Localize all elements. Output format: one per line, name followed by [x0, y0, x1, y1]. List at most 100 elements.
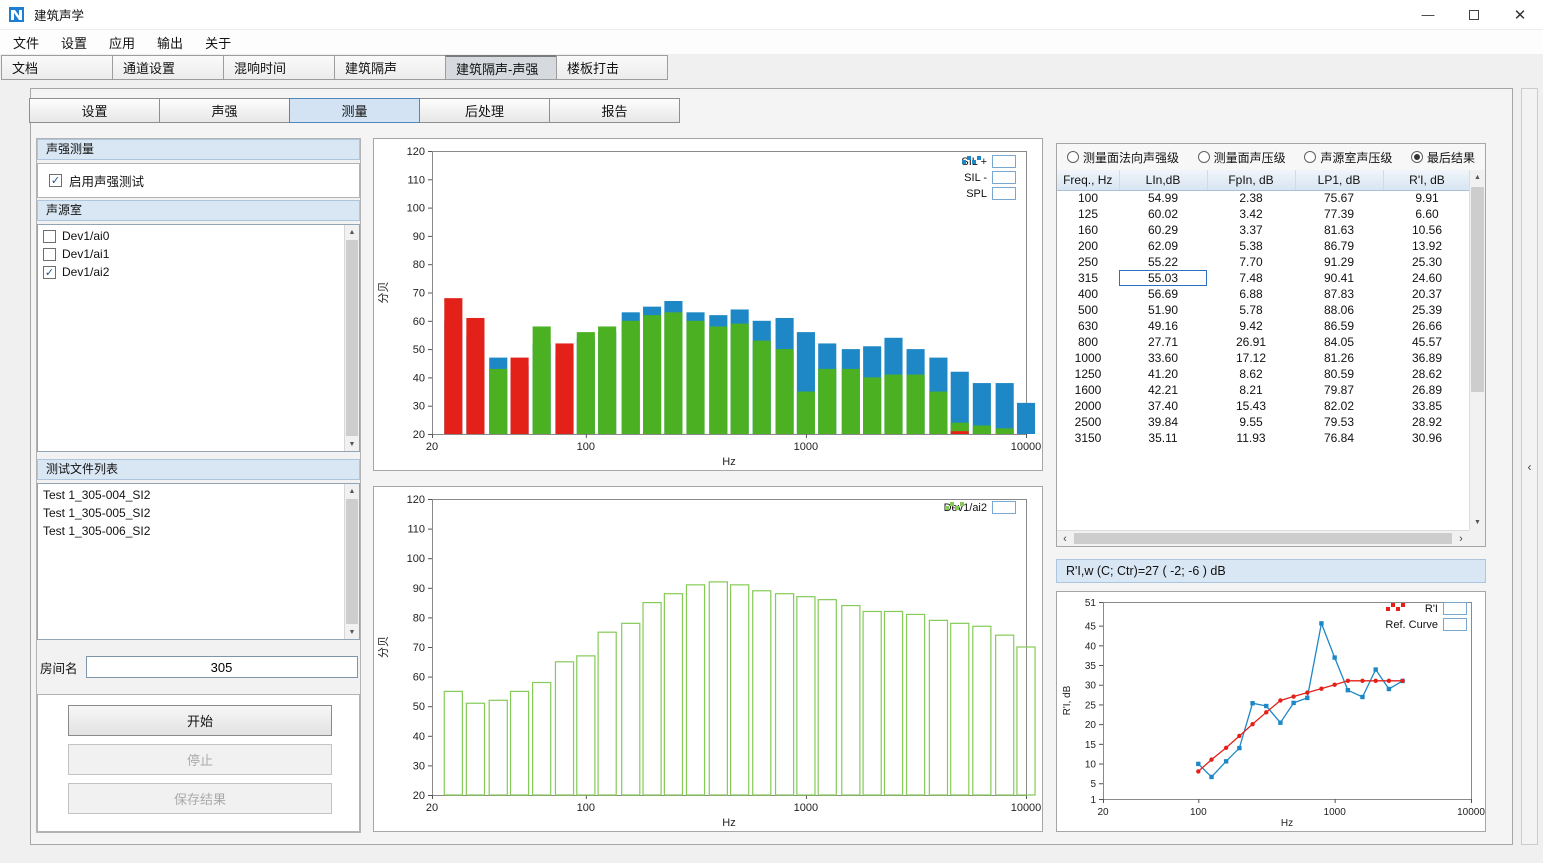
table-cell[interactable]: 9.55 — [1207, 414, 1295, 430]
table-cell[interactable]: 28.92 — [1383, 414, 1469, 430]
channel-list-item[interactable]: Dev1/ai0 — [38, 227, 359, 245]
table-cell[interactable]: 11.93 — [1207, 430, 1295, 446]
scrollbar-track[interactable] — [345, 239, 359, 437]
table-row[interactable]: 63049.169.4286.5926.66 — [1057, 318, 1469, 334]
result-view-radio[interactable]: 测量面声压级 — [1198, 149, 1286, 166]
table-cell[interactable]: 200 — [1057, 238, 1119, 254]
table-cell[interactable]: 79.53 — [1295, 414, 1383, 430]
table-cell[interactable]: 630 — [1057, 318, 1119, 334]
table-cell[interactable]: 1600 — [1057, 382, 1119, 398]
test-file-item[interactable]: Test 1_305-004_SI2 — [38, 486, 359, 504]
table-row[interactable]: 25055.227.7091.2925.30 — [1057, 254, 1469, 270]
table-cell[interactable]: 37.40 — [1119, 398, 1207, 414]
table-cell[interactable]: 8.62 — [1207, 366, 1295, 382]
table-cell[interactable]: 62.09 — [1119, 238, 1207, 254]
table-row[interactable]: 10054.992.3875.679.91 — [1057, 190, 1469, 206]
scroll-right-icon[interactable]: › — [1453, 531, 1469, 546]
scrollbar-thumb[interactable] — [346, 240, 358, 436]
enable-si-checkbox-icon[interactable]: ✓ — [49, 174, 62, 187]
table-cell[interactable]: 77.39 — [1295, 206, 1383, 222]
table-header-cell[interactable]: R'I, dB — [1383, 170, 1469, 190]
scroll-up-icon[interactable]: ▲ — [1470, 170, 1485, 185]
table-cell[interactable]: 39.84 — [1119, 414, 1207, 430]
mode-tab[interactable]: 报告 — [549, 98, 680, 123]
table-cell[interactable]: 36.89 — [1383, 350, 1469, 366]
room-name-input[interactable] — [86, 656, 358, 678]
collapse-panel-handle[interactable]: ‹ — [1521, 88, 1538, 845]
table-cell[interactable]: 86.79 — [1295, 238, 1383, 254]
scrollbar-thumb[interactable] — [1471, 187, 1484, 392]
table-row[interactable]: 12560.023.4277.396.60 — [1057, 206, 1469, 222]
table-cell[interactable]: 60.29 — [1119, 222, 1207, 238]
table-cell[interactable]: 10.56 — [1383, 222, 1469, 238]
enable-si-row[interactable]: ✓ 启用声强测试 — [37, 163, 360, 198]
table-cell[interactable]: 35.11 — [1119, 430, 1207, 446]
channel-list[interactable]: Dev1/ai0Dev1/ai1✓Dev1/ai2▲▼ — [37, 224, 360, 452]
channel-checkbox-icon[interactable] — [43, 248, 56, 261]
table-row[interactable]: 125041.208.6280.5928.62 — [1057, 366, 1469, 382]
test-file-list[interactable]: Test 1_305-004_SI2Test 1_305-005_SI2Test… — [37, 483, 360, 640]
table-row[interactable]: 80027.7126.9184.0545.57 — [1057, 334, 1469, 350]
menu-item[interactable]: 文件 — [2, 30, 50, 54]
document-tab[interactable]: 通道设置 — [112, 55, 224, 80]
table-cell[interactable]: 82.02 — [1295, 398, 1383, 414]
table-cell[interactable]: 125 — [1057, 206, 1119, 222]
table-horizontal-scrollbar[interactable]: ‹ › — [1057, 530, 1469, 546]
table-row[interactable]: 40056.696.8887.8320.37 — [1057, 286, 1469, 302]
scroll-up-icon[interactable]: ▲ — [345, 484, 359, 498]
table-cell[interactable]: 25.39 — [1383, 302, 1469, 318]
channel-checkbox-icon[interactable]: ✓ — [43, 266, 56, 279]
table-row[interactable]: 100033.6017.1281.2636.89 — [1057, 350, 1469, 366]
menu-item[interactable]: 输出 — [146, 30, 194, 54]
menu-item[interactable]: 关于 — [194, 30, 242, 54]
table-cell[interactable]: 42.21 — [1119, 382, 1207, 398]
table-cell[interactable]: 56.69 — [1119, 286, 1207, 302]
table-row[interactable]: 200037.4015.4382.0233.85 — [1057, 398, 1469, 414]
table-header-cell[interactable]: LP1, dB — [1295, 170, 1383, 190]
table-cell[interactable]: 3.37 — [1207, 222, 1295, 238]
table-cell[interactable]: 86.59 — [1295, 318, 1383, 334]
list-scrollbar[interactable]: ▲▼ — [344, 484, 359, 639]
scrollbar-track[interactable] — [1470, 185, 1485, 515]
test-file-item[interactable]: Test 1_305-006_SI2 — [38, 522, 359, 540]
table-cell[interactable]: 100 — [1057, 190, 1119, 206]
table-cell[interactable]: 33.85 — [1383, 398, 1469, 414]
scroll-down-icon[interactable]: ▼ — [345, 437, 359, 451]
document-tab[interactable]: 建筑隔声 — [334, 55, 446, 80]
table-cell[interactable]: 17.12 — [1207, 350, 1295, 366]
menu-item[interactable]: 应用 — [98, 30, 146, 54]
table-header-cell[interactable]: LIn,dB — [1119, 170, 1207, 190]
start-button[interactable]: 开始 — [68, 705, 332, 736]
table-cell[interactable]: 7.70 — [1207, 254, 1295, 270]
table-cell[interactable]: 75.67 — [1295, 190, 1383, 206]
table-cell[interactable]: 3150 — [1057, 430, 1119, 446]
close-button[interactable]: ✕ — [1497, 0, 1543, 29]
document-tab[interactable]: 建筑隔声-声强 — [445, 55, 557, 80]
table-cell[interactable]: 54.99 — [1119, 190, 1207, 206]
table-cell[interactable]: 55.03 — [1119, 270, 1207, 286]
document-tab[interactable]: 文档 — [1, 55, 113, 80]
table-row[interactable]: 16060.293.3781.6310.56 — [1057, 222, 1469, 238]
table-cell[interactable]: 2000 — [1057, 398, 1119, 414]
table-row[interactable]: 160042.218.2179.8726.89 — [1057, 382, 1469, 398]
table-cell[interactable]: 91.29 — [1295, 254, 1383, 270]
table-row[interactable]: 20062.095.3886.7913.92 — [1057, 238, 1469, 254]
table-cell[interactable]: 250 — [1057, 254, 1119, 270]
scrollbar-track[interactable] — [1073, 531, 1453, 546]
test-file-item[interactable]: Test 1_305-005_SI2 — [38, 504, 359, 522]
table-cell[interactable]: 79.87 — [1295, 382, 1383, 398]
channel-list-item[interactable]: Dev1/ai1 — [38, 245, 359, 263]
scrollbar-thumb[interactable] — [346, 499, 358, 624]
minimize-button[interactable]: — — [1405, 0, 1451, 29]
mode-tab[interactable]: 设置 — [29, 98, 160, 123]
table-vertical-scrollbar[interactable]: ▲ ▼ — [1469, 170, 1485, 530]
result-view-radio[interactable]: 声源室声压级 — [1304, 149, 1392, 166]
table-cell[interactable]: 9.42 — [1207, 318, 1295, 334]
table-cell[interactable]: 25.30 — [1383, 254, 1469, 270]
table-cell[interactable]: 28.62 — [1383, 366, 1469, 382]
table-cell[interactable]: 6.88 — [1207, 286, 1295, 302]
table-cell[interactable]: 81.63 — [1295, 222, 1383, 238]
table-cell[interactable]: 27.71 — [1119, 334, 1207, 350]
table-cell[interactable]: 76.84 — [1295, 430, 1383, 446]
table-cell[interactable]: 30.96 — [1383, 430, 1469, 446]
